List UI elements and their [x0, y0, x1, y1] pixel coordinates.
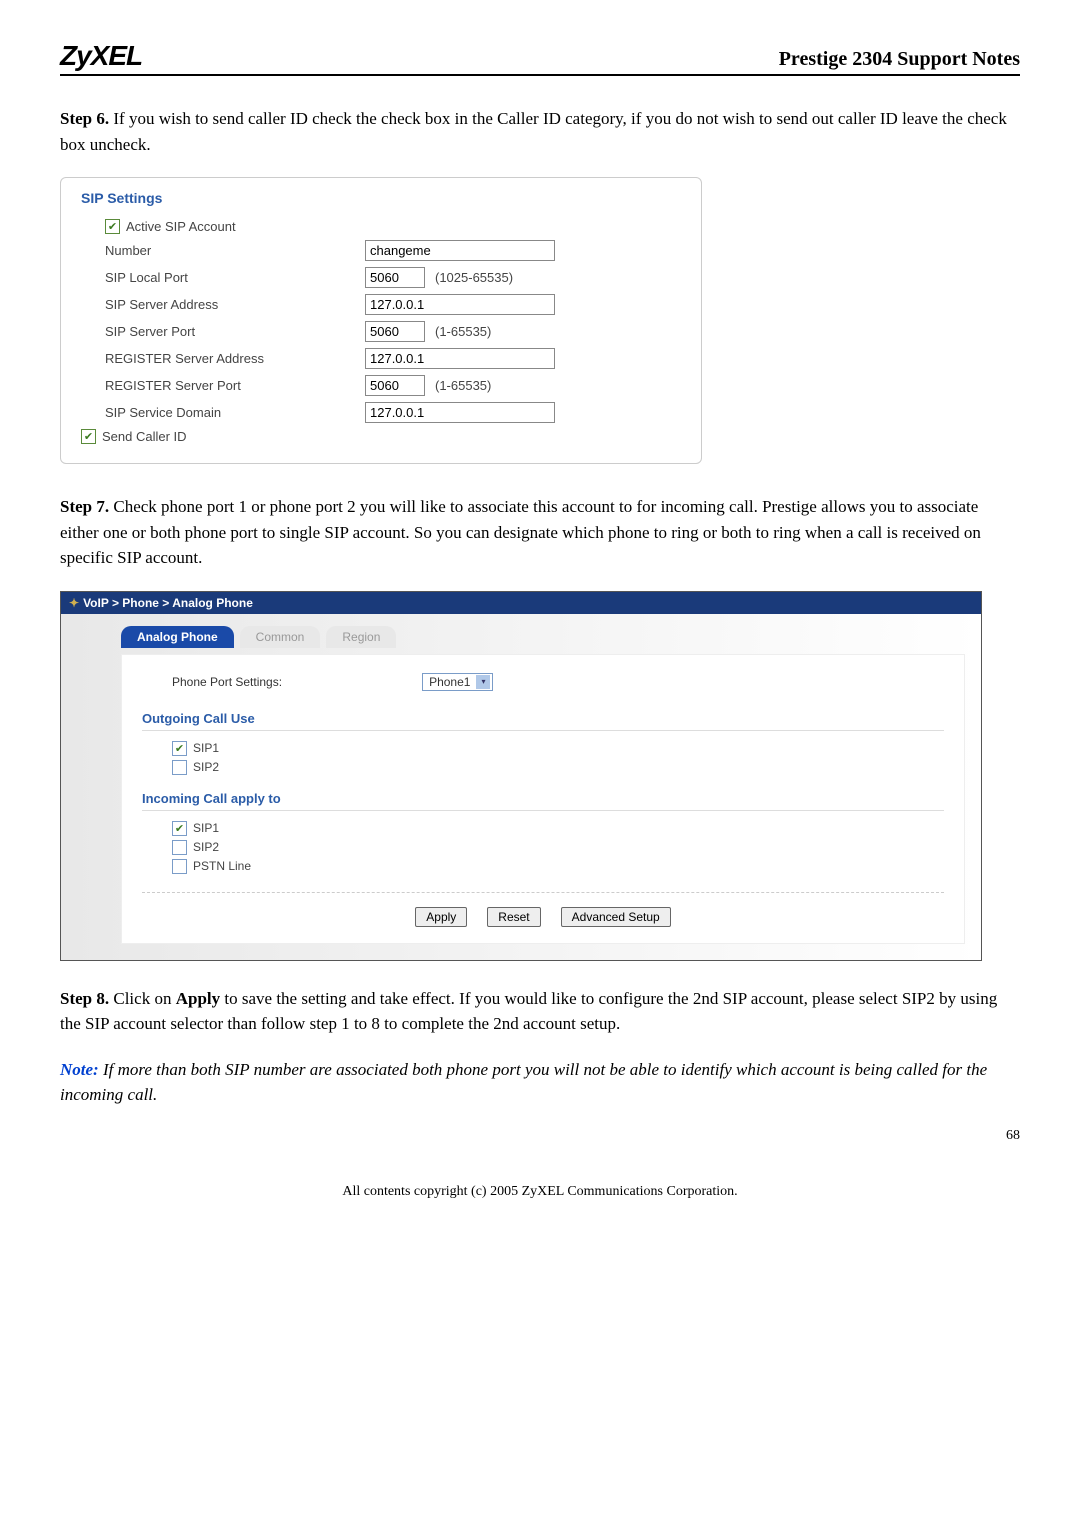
note-text: If more than both SIP number are associa… — [60, 1060, 987, 1105]
number-input[interactable] — [365, 240, 555, 261]
step-8-paragraph: Step 8. Click on Apply to save the setti… — [60, 986, 1020, 1037]
outgoing-head: Outgoing Call Use — [142, 703, 944, 731]
server-port-input[interactable] — [365, 321, 425, 342]
tab-strip: Analog Phone Common Region — [121, 626, 965, 648]
brand-logo: ZyXEL — [60, 40, 142, 72]
step-8-apply: Apply — [176, 989, 220, 1008]
tab-common[interactable]: Common — [240, 626, 321, 648]
local-port-range: (1025-65535) — [435, 270, 513, 285]
phone-port-select[interactable]: Phone1 ▾ — [422, 673, 493, 691]
page-number: 68 — [60, 1128, 1020, 1144]
local-port-label: SIP Local Port — [105, 270, 365, 285]
reg-port-label: REGISTER Server Port — [105, 378, 365, 393]
server-port-range: (1-65535) — [435, 324, 491, 339]
active-sip-checkbox[interactable]: ✔ — [105, 219, 120, 234]
reset-button[interactable]: Reset — [487, 907, 540, 927]
outgoing-sip2-label: SIP2 — [193, 760, 219, 774]
local-port-input[interactable] — [365, 267, 425, 288]
service-domain-label: SIP Service Domain — [105, 405, 365, 420]
reg-port-input[interactable] — [365, 375, 425, 396]
incoming-pstn-label: PSTN Line — [193, 859, 251, 873]
copyright-footer: All contents copyright (c) 2005 ZyXEL Co… — [60, 1184, 1020, 1200]
tab-analog-phone[interactable]: Analog Phone — [121, 626, 234, 648]
chevron-down-icon: ▾ — [476, 675, 490, 689]
apply-button[interactable]: Apply — [415, 907, 467, 927]
outgoing-sip1-label: SIP1 — [193, 741, 219, 755]
note-paragraph: Note: If more than both SIP number are a… — [60, 1057, 1020, 1108]
step-6-lead: Step 6. — [60, 109, 109, 128]
sip-settings-panel: SIP Settings ✔ Active SIP Account Number… — [60, 177, 702, 464]
incoming-pstn-checkbox[interactable] — [172, 859, 187, 874]
step-7-paragraph: Step 7. Check phone port 1 or phone port… — [60, 494, 1020, 571]
star-icon: ✦ — [69, 596, 79, 610]
reg-addr-input[interactable] — [365, 348, 555, 369]
incoming-sip2-label: SIP2 — [193, 840, 219, 854]
server-addr-label: SIP Server Address — [105, 297, 365, 312]
voip-breadcrumb: ✦VoIP > Phone > Analog Phone — [61, 592, 981, 614]
step-6-text: If you wish to send caller ID check the … — [60, 109, 1007, 154]
note-lead: Note: — [60, 1060, 99, 1079]
active-sip-label: Active SIP Account — [126, 219, 236, 234]
send-caller-label: Send Caller ID — [102, 429, 187, 444]
incoming-sip1-label: SIP1 — [193, 821, 219, 835]
outgoing-sip2-checkbox[interactable] — [172, 760, 187, 775]
step-7-lead: Step 7. — [60, 497, 109, 516]
tab-region[interactable]: Region — [326, 626, 396, 648]
server-addr-input[interactable] — [365, 294, 555, 315]
phone-port-settings-label: Phone Port Settings: — [172, 675, 282, 689]
sip-settings-heading: SIP Settings — [81, 190, 681, 206]
step-7-text: Check phone port 1 or phone port 2 you w… — [60, 497, 981, 567]
number-label: Number — [105, 243, 365, 258]
incoming-head: Incoming Call apply to — [142, 783, 944, 811]
outgoing-sip1-checkbox[interactable]: ✔ — [172, 741, 187, 756]
advanced-setup-button[interactable]: Advanced Setup — [561, 907, 671, 927]
service-domain-input[interactable] — [365, 402, 555, 423]
send-caller-checkbox[interactable]: ✔ — [81, 429, 96, 444]
incoming-sip1-checkbox[interactable]: ✔ — [172, 821, 187, 836]
reg-addr-label: REGISTER Server Address — [105, 351, 365, 366]
step-8-lead: Step 8. — [60, 989, 109, 1008]
voip-panel: ✦VoIP > Phone > Analog Phone Analog Phon… — [60, 591, 982, 961]
document-title: Prestige 2304 Support Notes — [779, 48, 1020, 71]
server-port-label: SIP Server Port — [105, 324, 365, 339]
step-8-text-a: Click on — [109, 989, 176, 1008]
reg-port-range: (1-65535) — [435, 378, 491, 393]
step-6-paragraph: Step 6. If you wish to send caller ID ch… — [60, 106, 1020, 157]
incoming-sip2-checkbox[interactable] — [172, 840, 187, 855]
phone-port-value: Phone1 — [429, 675, 470, 689]
